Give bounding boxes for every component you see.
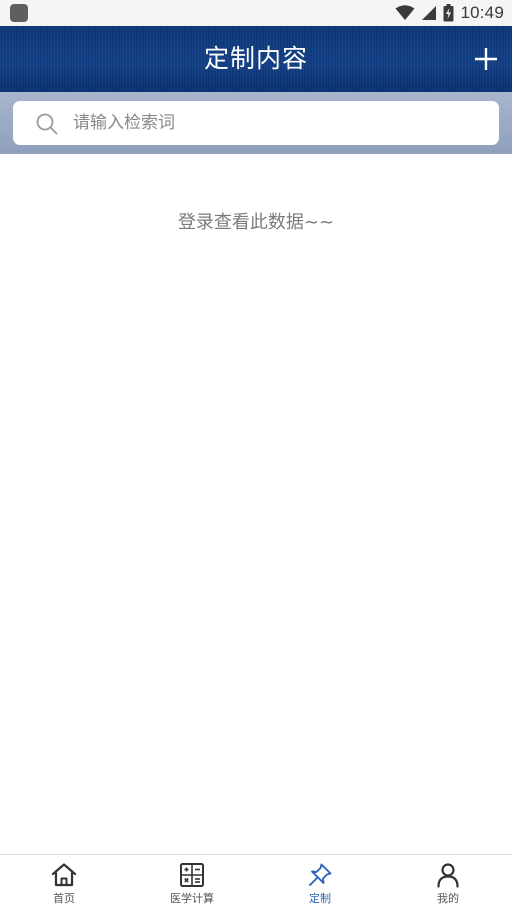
user-icon xyxy=(437,863,459,888)
add-button[interactable] xyxy=(470,43,502,75)
login-prompt-message[interactable]: 登录查看此数据~~ xyxy=(0,208,512,234)
tab-custom[interactable]: 定制 xyxy=(256,855,384,908)
status-time: 10:49 xyxy=(460,3,504,22)
search-bar xyxy=(0,92,512,154)
status-bar: 10:49 xyxy=(0,0,512,26)
search-icon xyxy=(36,113,58,135)
search-box[interactable] xyxy=(13,101,499,145)
app-notification-icon xyxy=(10,4,28,22)
tab-medical-calculator[interactable]: 医学计算 xyxy=(128,855,256,908)
battery-charging-icon xyxy=(443,4,454,22)
tab-label: 首页 xyxy=(53,892,75,905)
search-input[interactable] xyxy=(73,101,483,145)
tab-home[interactable]: 首页 xyxy=(0,855,128,908)
wifi-icon xyxy=(395,5,415,20)
cellular-signal-icon xyxy=(422,6,437,20)
tab-label: 我的 xyxy=(437,892,459,905)
app-header: 定制内容 xyxy=(0,26,512,92)
tab-label: 医学计算 xyxy=(170,892,214,905)
pin-icon xyxy=(309,863,332,886)
screen: 10:49 定制内容 登录查看此数据~~ xyxy=(0,0,512,908)
page-title: 定制内容 xyxy=(203,44,308,73)
plus-icon xyxy=(475,48,497,70)
calculator-icon xyxy=(180,863,204,887)
tab-label: 定制 xyxy=(309,892,331,905)
status-indicators: 10:49 xyxy=(395,0,504,26)
home-icon xyxy=(51,863,77,887)
bottom-tab-bar: 首页 医学计算 定制 我的 xyxy=(0,854,512,908)
tab-mine[interactable]: 我的 xyxy=(384,855,512,908)
